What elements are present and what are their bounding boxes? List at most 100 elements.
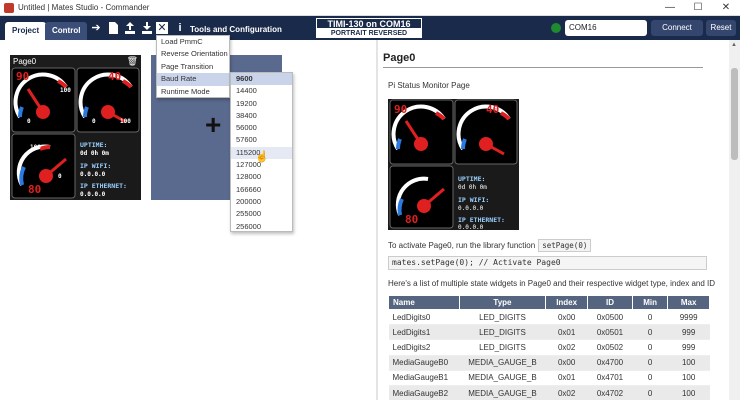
table-row: MediaGaugeB0 MEDIA_GAUGE_B 0x00 0x4700 0… [388, 355, 710, 371]
baud-option-38400[interactable]: 38400 [231, 110, 292, 122]
large-wifi-label: IP WIFI: [458, 196, 489, 204]
reset-button[interactable]: Reset [706, 20, 736, 36]
connect-button[interactable]: Connect [651, 20, 703, 36]
baud-option-56000[interactable]: 56000 [231, 122, 292, 134]
cpu-use-min: 0 [27, 118, 31, 125]
table-row: MediaGaugeB2 MEDIA_GAUGE_B 0x02 0x4702 0… [388, 385, 710, 400]
window-titlebar: Untitled | Mates Studio - Commander — ☐ … [0, 0, 740, 16]
ram-use-min: 0 [92, 118, 96, 125]
cell-name: MediaGaugeB1 [388, 370, 460, 386]
menu-item-baud-rate[interactable]: Baud Rate [157, 73, 229, 86]
cell-max: 100 [667, 355, 710, 371]
tab-project[interactable]: Project [5, 22, 47, 40]
cell-name: MediaGaugeB0 [388, 355, 460, 371]
menu-item-page-transition[interactable]: Page Transition [157, 61, 229, 73]
ram-use-max: 100 [120, 118, 131, 125]
download-icon[interactable] [141, 22, 153, 34]
mouse-pointer-icon: ☝ [255, 151, 269, 163]
baud-option-166660[interactable]: 166660 [231, 184, 292, 196]
cell-name: LedDigits0 [388, 309, 460, 326]
cell-index: 0x02 [545, 339, 588, 356]
baud-option-14400[interactable]: 14400 [231, 85, 292, 97]
baud-option-19200[interactable]: 19200 [231, 98, 292, 110]
cpu-temp-max: 100 [30, 144, 41, 151]
cell-name: LedDigits1 [388, 324, 460, 341]
ram-use-digits: 40 [108, 70, 122, 83]
device-orientation: PORTRAIT REVERSED [317, 29, 421, 38]
cell-id: 0x0500 [587, 309, 633, 326]
tab-control[interactable]: Control [45, 22, 88, 40]
cell-index: 0x01 [545, 324, 588, 341]
large-eth-value: 0.0.0.0 [458, 224, 484, 230]
large-cpu-digits: 90 [394, 103, 407, 116]
main-toolbar: Project Control ➔ ✕ i Tools and Configur… [0, 16, 740, 40]
app-logo-icon [4, 2, 14, 13]
ip-wifi-label: IP WIFI: [80, 162, 112, 170]
tools-icon[interactable]: ✕ [156, 22, 168, 34]
menu-item-load-pmmc[interactable]: Load PmmC [157, 36, 229, 48]
cell-id: 0x0501 [587, 324, 633, 341]
close-button[interactable]: ✕ [712, 0, 740, 16]
baud-option-57600[interactable]: 57600 [231, 134, 292, 146]
table-row: LedDigits1 LED_DIGITS 0x01 0x0501 0 999 [388, 324, 710, 341]
trash-icon[interactable]: 🗑 [127, 56, 138, 67]
info-icon[interactable]: i [174, 22, 186, 34]
minimize-button[interactable]: — [656, 0, 684, 16]
page-preview-large: 90 40 80 UPTIME: 0d 0h 0m IP WIFI: 0.0.0… [388, 99, 519, 230]
device-indicator: TIMI-130 on COM16 PORTRAIT REVERSED [316, 18, 422, 38]
arrow-right-icon[interactable]: ➔ [90, 22, 102, 34]
baud-option-9600[interactable]: 9600 [231, 73, 292, 86]
docs-scrollbar[interactable]: ▲ [729, 40, 740, 400]
cell-name: LedDigits2 [388, 339, 460, 356]
cell-name: MediaGaugeB2 [388, 385, 460, 400]
large-eth-label: IP ETHERNET: [458, 216, 505, 224]
cell-id: 0x4702 [587, 385, 633, 400]
cell-min: 0 [632, 385, 668, 400]
port-input[interactable]: COM16 [565, 20, 647, 36]
cpu-temp-min: 0 [58, 173, 62, 180]
column-header-type: Type [458, 295, 547, 310]
widget-table: Name Type Index ID Min Max LedDigits0 LE… [388, 295, 710, 400]
menu-item-runtime-mode[interactable]: Runtime Mode [157, 86, 229, 98]
baud-option-128000[interactable]: 128000 [231, 171, 292, 183]
scroll-up-icon[interactable]: ▲ [731, 42, 737, 48]
cell-id: 0x4701 [587, 370, 633, 386]
baud-option-256000[interactable]: 256000 [231, 221, 292, 233]
cell-min: 0 [632, 355, 668, 371]
ip-ethernet-value: 0.0.0.0 [80, 191, 106, 198]
tools-config-label: Tools and Configuration [190, 25, 282, 34]
large-ram-digits: 40 [486, 103, 499, 116]
ip-wifi-value: 0.0.0.0 [80, 171, 106, 178]
baud-option-255000[interactable]: 255000 [231, 208, 292, 220]
menu-item-reverse-orientation[interactable]: Reverse Orientation [157, 48, 229, 60]
cell-min: 0 [632, 309, 668, 326]
maximize-button[interactable]: ☐ [684, 0, 712, 16]
page-thumbnail[interactable]: Page0 🗑 90 100 0 40 0 100 100 0 80 UPTIM… [10, 55, 141, 200]
page-preview-image [10, 67, 141, 200]
activate-instructions: To activate Page0, run the library funct… [388, 239, 592, 252]
cell-max: 100 [667, 370, 710, 386]
uptime-value: 0d 0h 0m [80, 150, 109, 157]
baud-option-200000[interactable]: 200000 [231, 196, 292, 208]
cell-max: 999 [667, 339, 710, 356]
large-temp-digits: 80 [405, 213, 418, 226]
new-file-icon[interactable] [107, 22, 119, 34]
uptime-label: UPTIME: [80, 141, 108, 149]
column-header-index: Index [545, 295, 588, 310]
column-header-max: Max [667, 295, 710, 310]
column-header-name: Name [388, 295, 460, 310]
large-wifi-value: 0.0.0.0 [458, 205, 484, 212]
cpu-use-digits: 90 [16, 70, 30, 83]
table-row: LedDigits0 LED_DIGITS 0x00 0x0500 0 9999 [388, 309, 710, 326]
cell-type: LED_DIGITS [459, 324, 546, 341]
cell-type: MEDIA_GAUGE_B [459, 370, 546, 386]
connection-status-icon [551, 23, 561, 33]
cell-min: 0 [632, 370, 668, 386]
table-row: LedDigits2 LED_DIGITS 0x02 0x0502 0 999 [388, 339, 710, 356]
window-controls: — ☐ ✕ [656, 0, 740, 16]
cell-type: LED_DIGITS [459, 309, 546, 326]
cell-type: MEDIA_GAUGE_B [459, 355, 546, 371]
ip-ethernet-label: IP ETHERNET: [80, 182, 127, 190]
upload-icon[interactable] [124, 22, 136, 34]
scrollbar-thumb[interactable] [731, 68, 738, 160]
